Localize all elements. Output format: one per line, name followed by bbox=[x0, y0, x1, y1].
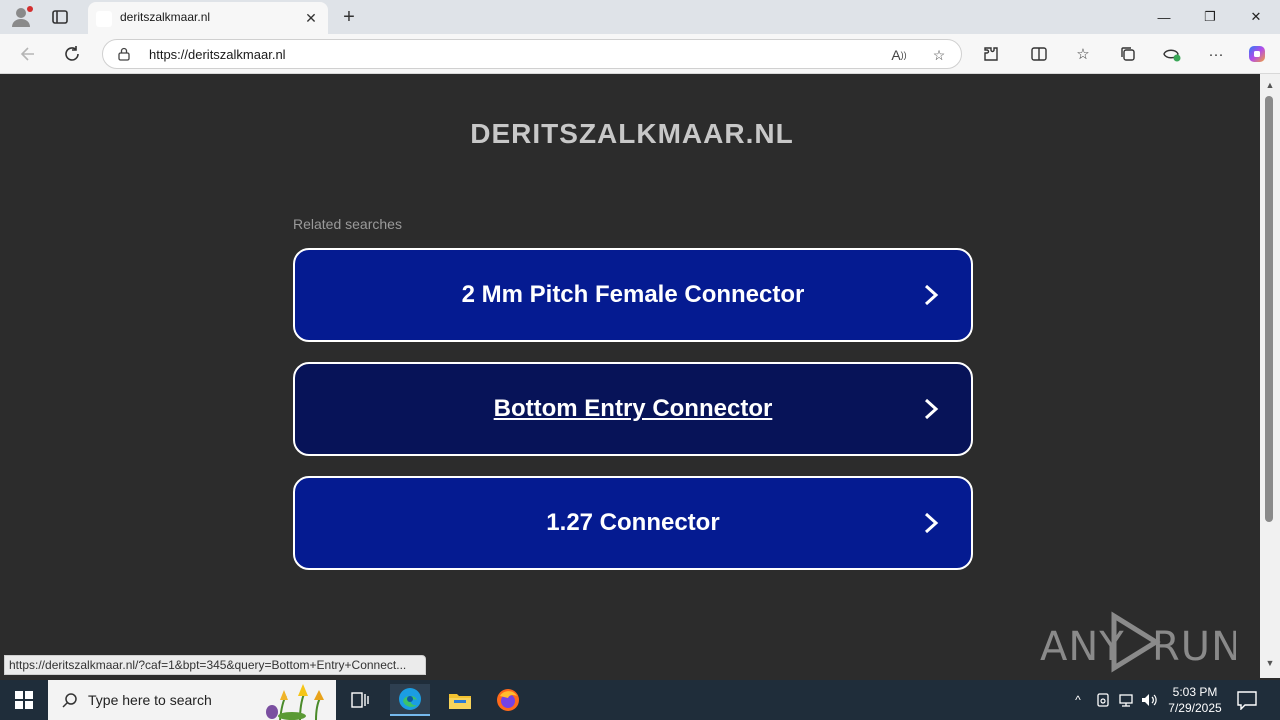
site-title: DERITSZALKMAAR.NL bbox=[470, 118, 794, 149]
new-tab-button[interactable]: + bbox=[338, 6, 360, 28]
volume-icon[interactable] bbox=[1140, 690, 1160, 710]
tab-close-button[interactable]: ✕ bbox=[302, 9, 320, 27]
notification-center-icon[interactable] bbox=[1236, 690, 1258, 711]
page-scrollbar[interactable]: ▲ ▼ bbox=[1260, 74, 1280, 678]
search-icon bbox=[62, 693, 77, 708]
taskbar-clock[interactable]: 5:03 PM 7/29/2025 bbox=[1168, 684, 1222, 716]
restore-button[interactable]: ❐ bbox=[1199, 6, 1221, 28]
scroll-down-icon[interactable]: ▼ bbox=[1264, 658, 1276, 668]
related-searches-label: Related searches bbox=[293, 216, 402, 232]
copilot-icon[interactable] bbox=[1246, 43, 1268, 65]
chevron-right-icon bbox=[924, 284, 939, 306]
favorite-star-icon[interactable]: ☆ bbox=[929, 45, 949, 65]
url-text[interactable]: https://deritszalkmaar.nl bbox=[149, 47, 286, 62]
related-search-label: 1.27 Connector bbox=[546, 509, 720, 536]
back-button[interactable] bbox=[16, 42, 40, 66]
task-view-icon[interactable] bbox=[340, 684, 380, 716]
read-aloud-icon[interactable]: A)) bbox=[889, 45, 909, 65]
network-icon[interactable] bbox=[1116, 690, 1136, 710]
related-search-button[interactable]: 2 Mm Pitch Female Connector bbox=[293, 248, 973, 342]
related-search-button[interactable]: 1.27 Connector bbox=[293, 476, 973, 570]
start-button[interactable] bbox=[0, 680, 48, 720]
tab-title: deritszalkmaar.nl bbox=[120, 10, 211, 24]
scroll-up-icon[interactable]: ▲ bbox=[1264, 80, 1276, 90]
more-options-icon[interactable]: ··· bbox=[1205, 43, 1227, 65]
chevron-right-icon bbox=[924, 512, 939, 534]
svg-text:RUN: RUN bbox=[1152, 624, 1236, 670]
lock-icon[interactable] bbox=[117, 47, 131, 61]
refresh-button[interactable] bbox=[60, 42, 84, 66]
address-bar[interactable]: https://deritszalkmaar.nl A)) ☆ bbox=[102, 39, 962, 69]
browser-titlebar: deritszalkmaar.nl ✕ + — ❐ ✕ bbox=[0, 0, 1280, 34]
clock-time: 5:03 PM bbox=[1172, 685, 1218, 699]
windows-logo-icon bbox=[15, 691, 33, 709]
favorites-icon[interactable]: ☆ bbox=[1072, 43, 1094, 65]
related-search-label: Bottom Entry Connector bbox=[493, 395, 773, 422]
windows-taskbar: Type here to search ^ 5:03 PM 7/29/2025 bbox=[0, 680, 1280, 720]
web-page: DERITSZALKMAAR.NL Related searches 2 Mm … bbox=[4, 74, 1260, 678]
search-placeholder: Type here to search bbox=[88, 692, 212, 708]
favicon-icon bbox=[96, 11, 112, 27]
related-search-button[interactable]: Bottom Entry Connector bbox=[293, 362, 973, 456]
link-status-bar: https://deritszalkmaar.nl/?caf=1&bpt=345… bbox=[4, 655, 426, 675]
minimize-button[interactable]: — bbox=[1153, 6, 1175, 28]
related-search-label: 2 Mm Pitch Female Connector bbox=[461, 281, 805, 308]
anyrun-watermark-logo: ANY RUN bbox=[1040, 611, 1236, 673]
chevron-right-icon bbox=[924, 398, 939, 420]
browser-essentials-icon[interactable] bbox=[1161, 43, 1183, 65]
taskbar-search-box[interactable]: Type here to search bbox=[48, 680, 336, 720]
browser-tab[interactable]: deritszalkmaar.nl ✕ bbox=[88, 2, 328, 34]
tulips-decoration-icon bbox=[266, 684, 324, 720]
show-hidden-icons-chevron-icon[interactable]: ^ bbox=[1068, 690, 1088, 710]
split-screen-icon[interactable] bbox=[1028, 43, 1050, 65]
close-window-button[interactable]: ✕ bbox=[1245, 6, 1267, 28]
file-explorer-icon[interactable] bbox=[440, 684, 480, 716]
extensions-icon[interactable] bbox=[980, 43, 1002, 65]
scroll-thumb[interactable] bbox=[1265, 96, 1273, 522]
collections-icon[interactable] bbox=[1117, 43, 1139, 65]
profile-icon[interactable] bbox=[10, 6, 34, 28]
firefox-icon[interactable] bbox=[488, 684, 528, 716]
edge-taskbar-icon[interactable] bbox=[390, 684, 430, 716]
browser-toolbar: https://deritszalkmaar.nl A)) ☆ ☆ ··· bbox=[0, 34, 1280, 74]
device-icon[interactable] bbox=[1093, 690, 1113, 710]
tab-actions-icon[interactable] bbox=[50, 7, 70, 27]
clock-date: 7/29/2025 bbox=[1168, 701, 1222, 715]
